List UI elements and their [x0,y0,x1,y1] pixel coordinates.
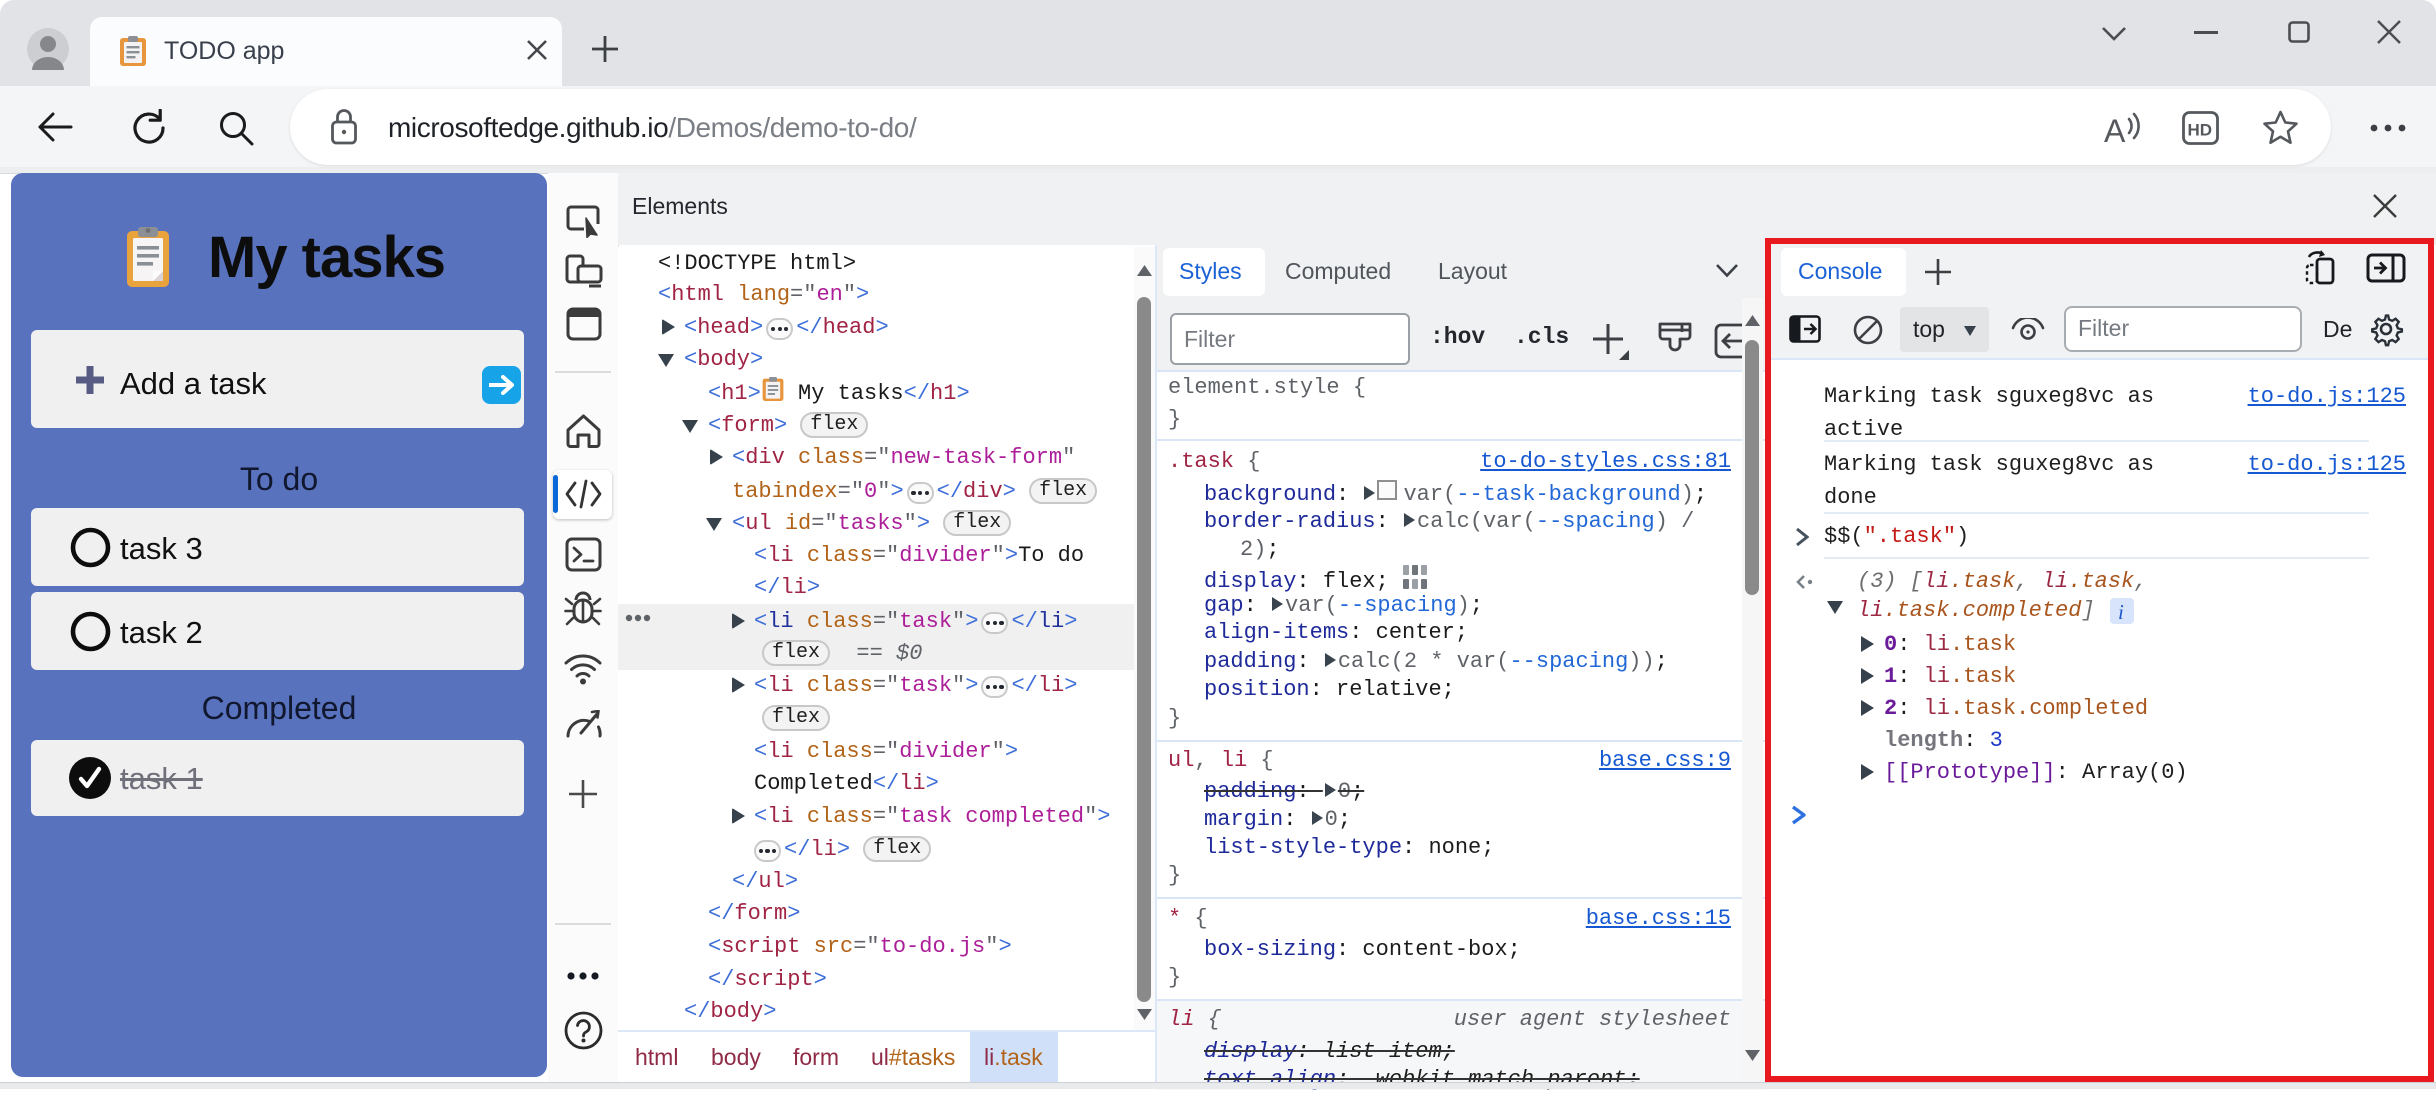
svg-text:HD: HD [2188,121,2213,140]
svg-text:A: A [2104,113,2126,149]
